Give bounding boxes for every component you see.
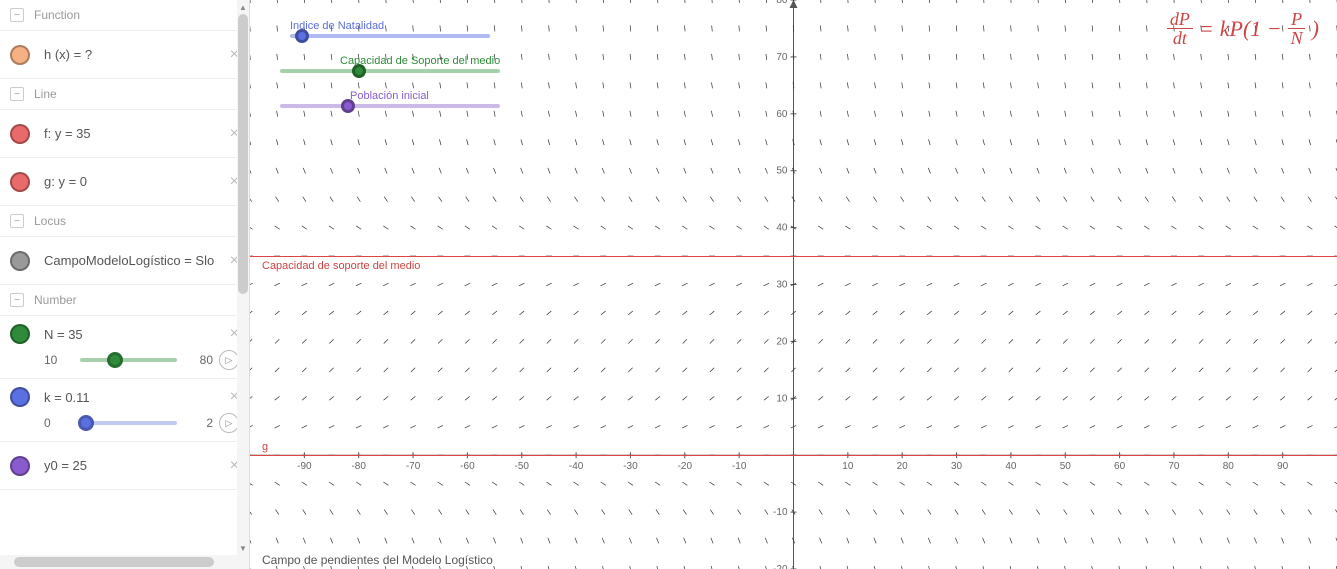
svg-text:-50: -50 bbox=[515, 461, 530, 472]
line-g-label: g bbox=[262, 441, 268, 453]
section-label: Number bbox=[34, 293, 77, 307]
svg-text:20: 20 bbox=[776, 336, 788, 347]
slider-max: 80 bbox=[183, 353, 213, 367]
section-line[interactable]: − Line bbox=[0, 79, 249, 110]
item-label: N = 35 bbox=[44, 327, 222, 342]
visibility-dot[interactable] bbox=[10, 124, 30, 144]
overlay-slider[interactable] bbox=[280, 104, 500, 108]
slope-field: -90 -80 -70 -60 -50 -40 -30 -20 -10 10 20 30 40 50 60 7… bbox=[250, 0, 1337, 569]
collapse-icon[interactable]: − bbox=[10, 87, 24, 101]
svg-text:-10: -10 bbox=[773, 507, 788, 518]
item-label: h (x) = ? bbox=[44, 47, 222, 62]
scrollbar-thumb[interactable] bbox=[14, 557, 214, 567]
svg-text:20: 20 bbox=[897, 461, 909, 472]
svg-text:60: 60 bbox=[776, 109, 788, 120]
collapse-icon[interactable]: − bbox=[10, 8, 24, 22]
svg-text:-70: -70 bbox=[406, 461, 421, 472]
section-label: Locus bbox=[34, 214, 66, 228]
section-number[interactable]: − Number bbox=[0, 285, 249, 316]
item-label: g: y = 0 bbox=[44, 174, 222, 189]
line-f-label: Capacidad de soporte del medio bbox=[262, 260, 420, 272]
slider-thumb[interactable] bbox=[78, 415, 94, 431]
overlay-label: Indice de Natalidad bbox=[290, 20, 490, 32]
svg-text:-10: -10 bbox=[732, 461, 747, 472]
svg-text:40: 40 bbox=[776, 223, 788, 234]
scroll-up-icon[interactable]: ▲ bbox=[237, 0, 249, 14]
item-label: y0 = 25 bbox=[44, 458, 222, 473]
slider-thumb[interactable] bbox=[295, 29, 309, 43]
item-campo[interactable]: CampoModeloLogístico = Slo × bbox=[0, 237, 249, 285]
svg-text:-80: -80 bbox=[351, 461, 366, 472]
item-label: f: y = 35 bbox=[44, 126, 222, 141]
line-g bbox=[250, 455, 1337, 456]
sidebar-scrollbar-h[interactable] bbox=[0, 555, 249, 569]
section-locus[interactable]: − Locus bbox=[0, 206, 249, 237]
visibility-dot[interactable] bbox=[10, 45, 30, 65]
svg-text:90: 90 bbox=[1277, 461, 1289, 472]
svg-text:70: 70 bbox=[1168, 461, 1180, 472]
item-label: CampoModeloLogístico = Slo bbox=[44, 253, 222, 268]
svg-text:-90: -90 bbox=[297, 461, 312, 472]
scrollbar-thumb[interactable] bbox=[238, 14, 248, 294]
svg-text:50: 50 bbox=[776, 166, 788, 177]
section-function[interactable]: − Function bbox=[0, 0, 249, 31]
svg-text:80: 80 bbox=[1223, 461, 1235, 472]
slider-thumb[interactable] bbox=[107, 352, 123, 368]
svg-text:60: 60 bbox=[1114, 461, 1126, 472]
equation-label: dPdt = kP(1 − PN ) bbox=[1167, 10, 1319, 47]
play-icon[interactable]: ▷ bbox=[219, 413, 239, 433]
play-icon[interactable]: ▷ bbox=[219, 350, 239, 370]
sidebar-scrollbar[interactable]: ▲ ▼ bbox=[237, 0, 249, 555]
svg-text:-30: -30 bbox=[623, 461, 638, 472]
svg-text:10: 10 bbox=[842, 461, 854, 472]
collapse-icon[interactable]: − bbox=[10, 293, 24, 307]
svg-text:-20: -20 bbox=[678, 461, 693, 472]
svg-text:40: 40 bbox=[1005, 461, 1017, 472]
item-h[interactable]: h (x) = ? × bbox=[0, 31, 249, 79]
svg-text:70: 70 bbox=[776, 52, 788, 63]
item-f[interactable]: f: y = 35 × bbox=[0, 110, 249, 158]
overlay-poblacion[interactable]: Población inicial bbox=[280, 90, 500, 108]
visibility-dot[interactable] bbox=[10, 324, 30, 344]
item-y0[interactable]: y0 = 25 × bbox=[0, 442, 249, 490]
graphics-view[interactable]: -90 -80 -70 -60 -50 -40 -30 -20 -10 10 20 30 40 50 60 7… bbox=[250, 0, 1337, 569]
overlay-capacidad[interactable]: Capacidad de Soporte del medio bbox=[280, 55, 500, 73]
collapse-icon[interactable]: − bbox=[10, 214, 24, 228]
overlay-natalidad[interactable]: Indice de Natalidad bbox=[290, 20, 490, 38]
item-g[interactable]: g: y = 0 × bbox=[0, 158, 249, 206]
algebra-sidebar: − Function h (x) = ? × − Line f: y = 35 … bbox=[0, 0, 250, 569]
slider-N[interactable] bbox=[80, 358, 177, 362]
slider-max: 2 bbox=[183, 416, 213, 430]
overlay-label: Capacidad de Soporte del medio bbox=[280, 55, 500, 67]
visibility-dot[interactable] bbox=[10, 387, 30, 407]
item-k[interactable]: k = 0.11 × 0 2 ▷ bbox=[0, 379, 249, 442]
svg-text:-40: -40 bbox=[569, 461, 584, 472]
item-N[interactable]: N = 35 × 10 80 ▷ bbox=[0, 316, 249, 379]
overlay-label: Población inicial bbox=[280, 90, 500, 102]
svg-text:80: 80 bbox=[776, 0, 788, 6]
graph-caption: Campo de pendientes del Modelo Logístico bbox=[262, 553, 493, 567]
slider-thumb[interactable] bbox=[341, 99, 355, 113]
visibility-dot[interactable] bbox=[10, 251, 30, 271]
line-f bbox=[250, 256, 1337, 257]
section-label: Function bbox=[34, 8, 80, 22]
svg-text:30: 30 bbox=[776, 280, 788, 291]
slider-min: 10 bbox=[44, 353, 74, 367]
slider-thumb[interactable] bbox=[352, 64, 366, 78]
svg-text:50: 50 bbox=[1060, 461, 1072, 472]
slider-min: 0 bbox=[44, 416, 74, 430]
slider-k[interactable] bbox=[80, 421, 177, 425]
section-label: Line bbox=[34, 87, 57, 101]
overlay-slider[interactable] bbox=[280, 69, 500, 73]
overlay-slider[interactable] bbox=[290, 34, 490, 38]
visibility-dot[interactable] bbox=[10, 456, 30, 476]
svg-text:-60: -60 bbox=[460, 461, 475, 472]
svg-text:10: 10 bbox=[776, 393, 788, 404]
svg-text:-20: -20 bbox=[773, 564, 788, 569]
scroll-down-icon[interactable]: ▼ bbox=[237, 541, 249, 555]
svg-text:30: 30 bbox=[951, 461, 963, 472]
visibility-dot[interactable] bbox=[10, 172, 30, 192]
item-label: k = 0.11 bbox=[44, 390, 222, 405]
